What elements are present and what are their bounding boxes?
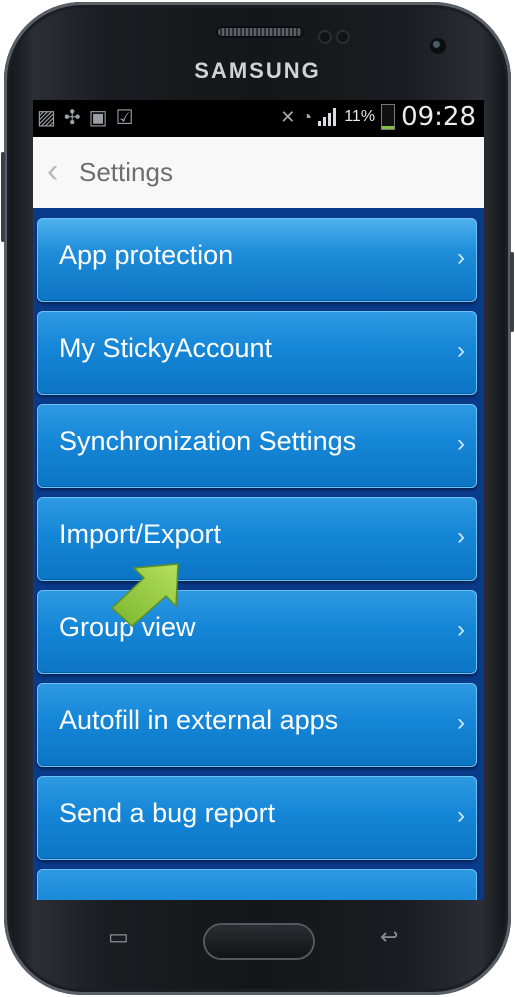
battery-icon (381, 104, 396, 130)
menu-item-group-view[interactable]: Group view › (37, 590, 477, 674)
back-icon[interactable]: ↩ (380, 924, 398, 950)
menu-item-my-stickyaccount[interactable]: My StickyAccount › (37, 311, 477, 395)
front-camera (430, 38, 446, 54)
back-chevron-icon[interactable]: ‹ (47, 154, 73, 188)
recent-apps-icon[interactable]: ▭ (108, 924, 129, 950)
menu-item-autofill-external-apps[interactable]: Autofill in external apps › (37, 683, 477, 767)
menu-item-send-bug-report[interactable]: Send a bug report › (37, 776, 477, 860)
clipboard-check-icon: ☑ (115, 107, 134, 129)
menu-item-synchronization-settings[interactable]: Synchronization Settings › (37, 404, 477, 488)
chevron-right-icon: › (457, 616, 465, 643)
clock: 09:28 (401, 102, 476, 132)
menu-item-import-export[interactable]: Import/Export › (37, 497, 477, 581)
media-icon: ▣ (88, 107, 108, 129)
brand-logo: SAMSUNG (194, 58, 321, 83)
power-button[interactable] (510, 252, 514, 332)
menu-item-label: Autofill in external apps (59, 705, 339, 735)
pointer-arrow-icon (110, 563, 179, 628)
chevron-right-icon: › (457, 430, 465, 457)
signal-icon (318, 108, 338, 126)
settings-list[interactable]: App protection › My StickyAccount › Sync… (33, 208, 484, 900)
chevron-right-icon: › (457, 709, 465, 736)
battery-percent: 11% (344, 108, 376, 125)
menu-item-label: Import/Export (59, 519, 222, 549)
mute-icon: ✕ (280, 106, 296, 127)
page-title: Settings (79, 157, 173, 187)
proximity-sensor (318, 30, 332, 44)
menu-item-partial[interactable] (37, 869, 477, 900)
menu-item-label: Send a bug report (59, 798, 276, 828)
menu-item-app-protection[interactable]: App protection › (37, 218, 477, 302)
notification-icons: ▨ ✣ ▣ ☑ (37, 104, 134, 132)
menu-item-label: Synchronization Settings (59, 426, 357, 456)
chevron-right-icon: › (457, 802, 465, 829)
pinwheel-icon: ✣ (63, 107, 81, 129)
status-bar: ▨ ✣ ▣ ☑ ✕ ◔ 11% 09:28 (33, 100, 484, 137)
volume-button[interactable] (1, 152, 5, 242)
wifi-icon: ◔ (301, 106, 313, 127)
chevron-right-icon: › (457, 337, 465, 364)
status-indicators: ✕ ◔ 11% 09:28 (280, 102, 476, 132)
menu-item-label: App protection (59, 240, 234, 270)
screen: ▨ ✣ ▣ ☑ ✕ ◔ 11% 09:28 ‹ Settings App pro… (33, 100, 484, 900)
image-icon: ▨ (37, 107, 56, 129)
action-bar: ‹ Settings (33, 137, 484, 209)
home-button[interactable] (205, 925, 313, 958)
light-sensor (336, 30, 350, 44)
chevron-right-icon: › (457, 523, 465, 550)
chevron-right-icon: › (457, 244, 465, 271)
menu-item-label: My StickyAccount (59, 333, 273, 363)
earpiece-speaker (218, 28, 302, 36)
